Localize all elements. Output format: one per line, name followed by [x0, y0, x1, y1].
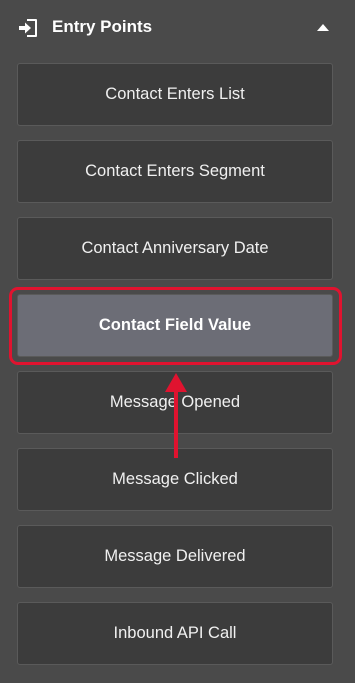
entry-points-header[interactable]: Entry Points: [0, 0, 355, 56]
entry-point-contact-anniversary-date[interactable]: Contact Anniversary Date: [17, 217, 333, 280]
entry-point-label: Message Delivered: [104, 547, 246, 565]
entry-point-message-opened[interactable]: Message Opened: [17, 371, 333, 434]
entry-point-label: Inbound API Call: [113, 624, 237, 642]
entry-point-label: Contact Enters List: [105, 85, 245, 103]
section-title: Entry Points: [52, 17, 153, 36]
entry-point-label: Contact Anniversary Date: [81, 239, 269, 257]
entry-point-message-delivered[interactable]: Message Delivered: [17, 525, 333, 588]
entry-point-contact-enters-segment[interactable]: Contact Enters Segment: [17, 140, 333, 203]
entry-point-label: Contact Enters Segment: [85, 162, 265, 180]
entry-point-label: Contact Field Value: [98, 316, 252, 334]
entry-point-contact-field-value[interactable]: Contact Field Value: [17, 294, 333, 357]
entry-points-panel: Entry Points Contact Enters List Contact…: [0, 0, 355, 683]
entry-point-contact-enters-list[interactable]: Contact Enters List: [17, 63, 333, 126]
entry-point-message-clicked[interactable]: Message Clicked: [17, 448, 333, 511]
entry-point-label: Message Opened: [109, 393, 241, 411]
entry-point-inbound-api-call[interactable]: Inbound API Call: [17, 602, 333, 665]
caret-up-icon[interactable]: [316, 22, 330, 32]
sign-in-icon: [19, 19, 37, 37]
entry-point-label: Message Clicked: [112, 470, 238, 488]
